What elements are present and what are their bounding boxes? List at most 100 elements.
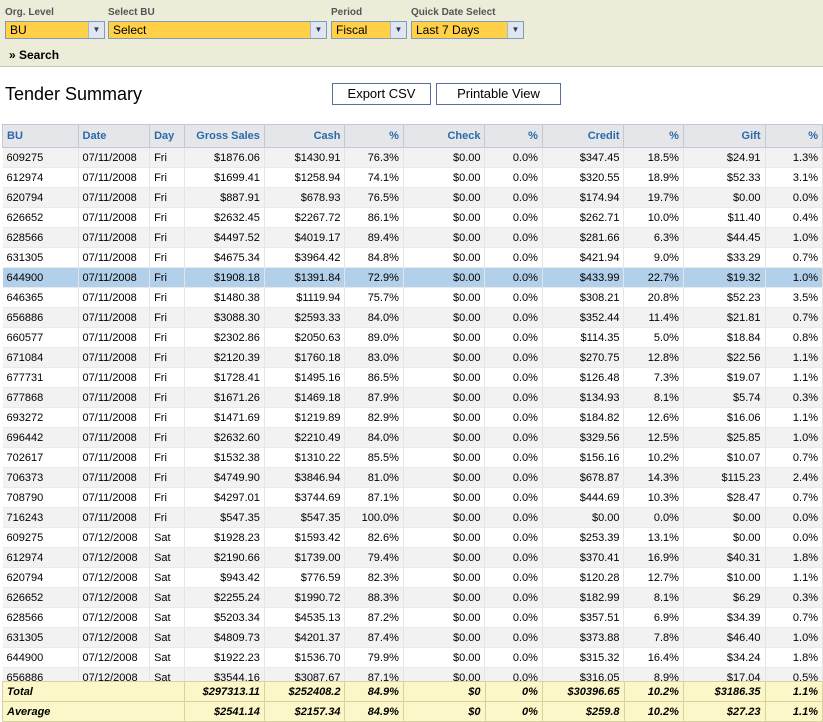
table-row[interactable]: 702617 07/11/2008 Fri $1532.38 $1310.22 85.5%… [2, 447, 823, 468]
quick-date-select[interactable]: Last 7 Days ▼ [411, 21, 524, 39]
table-row[interactable]: 620794 07/11/2008 Fri $887.91 $678.93 76.5% $0… [2, 187, 823, 208]
cell-bu: 612974 [2, 547, 79, 568]
org-level-select[interactable]: BU ▼ [5, 21, 105, 39]
table-row[interactable]: 612974 07/12/2008 Sat $2190.66 $1739.00 79.4%… [2, 547, 823, 568]
select-bu-select[interactable]: Select ▼ [108, 21, 327, 39]
cell-date: 07/12/2008 [78, 607, 151, 628]
cell-day: Sat [149, 627, 186, 648]
cell-day: Fri [149, 387, 186, 408]
average-cash-pct: 84.9% [344, 701, 404, 722]
search-link[interactable]: » Search [9, 48, 59, 62]
column-header-day[interactable]: Day [149, 124, 186, 148]
table-row[interactable]: 706373 07/11/2008 Fri $4749.90 $3846.94 81.0%… [2, 467, 823, 488]
table-row[interactable]: 628566 07/12/2008 Sat $5203.34 $4535.13 87.2%… [2, 607, 823, 628]
cell-cash-pct: 88.3% [344, 587, 404, 608]
cell-day: Fri [149, 267, 186, 288]
table-row[interactable]: 644900 07/12/2008 Sat $1922.23 $1536.70 79.9%… [2, 647, 823, 668]
column-header-cash-pct[interactable]: % [344, 124, 404, 148]
cell-check: $0.00 [403, 247, 486, 268]
chevron-down-icon[interactable]: ▼ [390, 22, 406, 38]
cell-check-pct: 0.0% [484, 247, 543, 268]
printable-view-button[interactable]: Printable View [436, 83, 561, 105]
column-header-gift-pct[interactable]: % [764, 124, 823, 148]
table-body: 609275 07/11/2008 Fri $1876.06 $1430.91 76.3%… [2, 147, 823, 681]
table-scroll-area[interactable]: BU Date Day Gross Sales Cash% Check% Credit% Gi… [0, 124, 823, 681]
table-row[interactable]: 646365 07/11/2008 Fri $1480.38 $1119.94 75.7%… [2, 287, 823, 308]
column-header-credit[interactable]: Credit [541, 124, 625, 148]
cell-cash: $1739.00 [264, 547, 346, 568]
cell-gift-pct: 1.1% [765, 407, 823, 428]
table-row[interactable]: 612974 07/11/2008 Fri $1699.41 $1258.94 74.1%… [2, 167, 823, 188]
cell-bu: 620794 [2, 567, 79, 588]
export-csv-button[interactable]: Export CSV [332, 83, 431, 105]
chevron-down-icon[interactable]: ▼ [310, 22, 326, 38]
cell-day: Fri [149, 307, 186, 328]
cell-gift: $115.23 [683, 467, 766, 488]
cell-cash: $1469.18 [264, 387, 346, 408]
table-row[interactable]: 677868 07/11/2008 Fri $1671.26 $1469.18 87.9%… [2, 387, 823, 408]
table-row[interactable]: 620794 07/12/2008 Sat $943.42 $776.59 82.3% $0… [2, 567, 823, 588]
cell-cash: $3744.69 [264, 487, 346, 508]
period-select[interactable]: Fiscal ▼ [331, 21, 407, 39]
table-row[interactable]: 644900 07/11/2008 Fri $1908.18 $1391.84 72.9%… [2, 267, 823, 288]
table-row[interactable]: 609275 07/12/2008 Sat $1928.23 $1593.42 82.6%… [2, 527, 823, 548]
cell-bu: 677731 [2, 367, 79, 388]
cell-day: Fri [149, 167, 186, 188]
cell-date: 07/11/2008 [78, 287, 151, 308]
cell-credit: $253.39 [542, 527, 625, 548]
cell-check: $0.00 [403, 207, 486, 228]
table-row[interactable]: 716243 07/11/2008 Fri $547.35 $547.35 100.0% $… [2, 507, 823, 528]
table-row[interactable]: 626652 07/11/2008 Fri $2632.45 $2267.72 86.1%… [2, 207, 823, 228]
table-row[interactable]: 696442 07/11/2008 Fri $2632.60 $2210.49 84.0%… [2, 427, 823, 448]
cell-gross-sales: $2190.66 [184, 547, 265, 568]
period-label: Period [331, 7, 363, 18]
cell-gift: $10.07 [683, 447, 766, 468]
column-header-cash[interactable]: Cash [263, 124, 346, 148]
column-header-date[interactable]: Date [77, 124, 151, 148]
cell-check-pct: 0.0% [484, 527, 543, 548]
chevron-down-icon[interactable]: ▼ [507, 22, 523, 38]
cell-gift-pct: 0.0% [765, 187, 823, 208]
cell-gift-pct: 1.8% [765, 647, 823, 668]
cell-date: 07/11/2008 [78, 387, 151, 408]
cell-date: 07/12/2008 [78, 647, 151, 668]
cell-credit: $315.32 [542, 647, 625, 668]
cell-check: $0.00 [403, 387, 486, 408]
average-check: $0 [402, 701, 486, 722]
cell-gross-sales: $4297.01 [184, 487, 265, 508]
table-row[interactable]: 656886 07/12/2008 Sat $3544.16 $3087.67 87.1%… [2, 667, 823, 681]
table-row[interactable]: 631305 07/11/2008 Fri $4675.34 $3964.42 84.8%… [2, 247, 823, 268]
table-row[interactable]: 693272 07/11/2008 Fri $1471.69 $1219.89 82.9%… [2, 407, 823, 428]
chevron-down-icon[interactable]: ▼ [88, 22, 104, 38]
table-row[interactable]: 656886 07/11/2008 Fri $3088.30 $2593.33 84.0%… [2, 307, 823, 328]
table-row[interactable]: 628566 07/11/2008 Fri $4497.52 $4019.17 89.4%… [2, 227, 823, 248]
cell-cash-pct: 89.4% [344, 227, 404, 248]
cell-gift-pct: 0.7% [765, 447, 823, 468]
table-row[interactable]: 626652 07/12/2008 Sat $2255.24 $1990.72 88.3%… [2, 587, 823, 608]
table-row[interactable]: 609275 07/11/2008 Fri $1876.06 $1430.91 76.3%… [2, 147, 823, 168]
cell-check: $0.00 [403, 347, 486, 368]
page-title: Tender Summary [5, 84, 143, 104]
cell-cash-pct: 85.5% [344, 447, 404, 468]
column-header-gross-sales[interactable]: Gross Sales [184, 124, 265, 148]
cell-bu: 677868 [2, 387, 79, 408]
cell-cash: $1310.22 [264, 447, 346, 468]
cell-check-pct: 0.0% [484, 427, 543, 448]
cell-credit: $262.71 [542, 207, 625, 228]
cell-check-pct: 0.0% [484, 667, 543, 681]
table-row[interactable]: 631305 07/12/2008 Sat $4809.73 $4201.37 87.4%… [2, 627, 823, 648]
cell-cash: $3087.67 [264, 667, 346, 681]
column-header-check[interactable]: Check [402, 124, 486, 148]
table-row[interactable]: 708790 07/11/2008 Fri $4297.01 $3744.69 87.1%… [2, 487, 823, 508]
column-header-gift[interactable]: Gift [682, 124, 766, 148]
cell-date: 07/11/2008 [78, 467, 151, 488]
column-header-bu[interactable]: BU [2, 124, 79, 148]
cell-gift-pct: 0.7% [765, 487, 823, 508]
column-header-check-pct[interactable]: % [484, 124, 543, 148]
table-row[interactable]: 677731 07/11/2008 Fri $1728.41 $1495.16 86.5%… [2, 367, 823, 388]
column-header-credit-pct[interactable]: % [623, 124, 684, 148]
table-row[interactable]: 660577 07/11/2008 Fri $2302.86 $2050.63 89.0%… [2, 327, 823, 348]
table-row[interactable]: 671084 07/11/2008 Fri $2120.39 $1760.18 83.0%… [2, 347, 823, 368]
cell-bu: 626652 [2, 207, 79, 228]
cell-credit: $320.55 [542, 167, 625, 188]
